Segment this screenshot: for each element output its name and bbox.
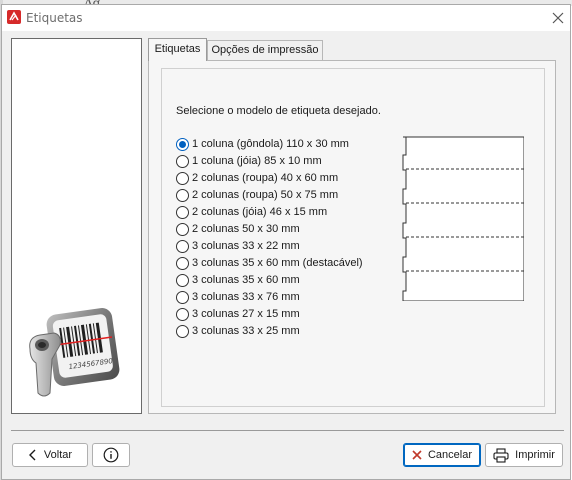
label-option[interactable]: 2 colunas (jóia) 46 x 15 mm: [176, 204, 376, 220]
radio-button[interactable]: [176, 239, 189, 253]
footer-divider: [11, 430, 564, 431]
label-option-text: 2 colunas (roupa) 50 x 75 mm: [192, 189, 339, 201]
label-option-text: 1 coluna (gôndola) 110 x 30 mm: [192, 138, 349, 150]
app-logo-icon: [7, 10, 21, 24]
window-title: Etiquetas: [26, 11, 83, 25]
label-option[interactable]: 1 coluna (gôndola) 110 x 30 mm: [176, 136, 376, 152]
tab-etiquetas[interactable]: Etiquetas: [148, 38, 207, 61]
back-button[interactable]: Voltar: [12, 443, 88, 467]
back-button-label: Voltar: [43, 449, 73, 461]
radio-button[interactable]: [176, 171, 189, 185]
radio-button[interactable]: [176, 222, 189, 236]
radio-button[interactable]: [176, 256, 189, 270]
label-option[interactable]: 3 colunas 35 x 60 mm (destacável): [176, 255, 376, 271]
tab-print-options[interactable]: Opções de impressão: [207, 40, 323, 60]
label-option-text: 3 colunas 33 x 25 mm: [192, 325, 300, 337]
label-option[interactable]: 3 colunas 33 x 76 mm: [176, 289, 376, 305]
printer-icon: [493, 447, 509, 463]
label-option-text: 2 colunas (roupa) 40 x 60 mm: [192, 172, 339, 184]
label-option[interactable]: 3 colunas 33 x 22 mm: [176, 238, 376, 254]
radio-button[interactable]: [176, 154, 189, 168]
radio-button[interactable]: [176, 273, 189, 287]
radio-button[interactable]: [176, 290, 189, 304]
label-option[interactable]: 2 colunas (roupa) 40 x 60 mm: [176, 170, 376, 186]
radio-button[interactable]: [176, 205, 189, 219]
labels-dialog: Etiquetas 1234567890 Etiquetas Opções de…: [1, 4, 571, 480]
label-option-text: 2 colunas (jóia) 46 x 15 mm: [192, 206, 328, 218]
title-bar[interactable]: Etiquetas: [2, 5, 570, 31]
label-option-text: 3 colunas 27 x 15 mm: [192, 308, 300, 320]
label-option-text: 3 colunas 35 x 60 mm: [192, 274, 300, 286]
cancel-button-label: Cancelar: [427, 449, 473, 461]
info-button[interactable]: [92, 443, 130, 467]
label-option[interactable]: 3 colunas 27 x 15 mm: [176, 306, 376, 322]
side-illustration-panel: 1234567890: [11, 38, 142, 414]
radio-button[interactable]: [176, 137, 189, 151]
labels-tab-page: Selecione o modelo de etiqueta desejado.…: [148, 60, 556, 414]
radio-button[interactable]: [176, 324, 189, 338]
label-option[interactable]: 2 colunas (roupa) 50 x 75 mm: [176, 187, 376, 203]
label-layout-preview: [402, 136, 524, 301]
select-model-prompt: Selecione o modelo de etiqueta desejado.: [176, 105, 381, 117]
label-option[interactable]: 3 colunas 35 x 60 mm: [176, 272, 376, 288]
label-option-text: 2 colunas 50 x 30 mm: [192, 223, 300, 235]
info-icon: [103, 447, 119, 463]
barcode-scanner-illustration: 1234567890: [29, 308, 120, 397]
label-option-text: 3 colunas 33 x 22 mm: [192, 240, 300, 252]
chevron-left-icon: [28, 449, 36, 461]
print-button[interactable]: Imprimir: [485, 443, 563, 467]
label-option-text: 3 colunas 35 x 60 mm (destacável): [192, 257, 363, 269]
label-option[interactable]: 1 coluna (jóia) 85 x 10 mm: [176, 153, 376, 169]
x-icon: [412, 450, 422, 460]
print-button-label: Imprimir: [515, 449, 555, 461]
label-option-text: 1 coluna (jóia) 85 x 10 mm: [192, 155, 322, 167]
label-option[interactable]: 3 colunas 33 x 25 mm: [176, 323, 376, 339]
label-option-text: 3 colunas 33 x 76 mm: [192, 291, 300, 303]
radio-button[interactable]: [176, 307, 189, 321]
close-icon[interactable]: [548, 8, 568, 28]
cancel-button[interactable]: Cancelar: [403, 443, 481, 467]
label-option[interactable]: 2 colunas 50 x 30 mm: [176, 221, 376, 237]
radio-button[interactable]: [176, 188, 189, 202]
